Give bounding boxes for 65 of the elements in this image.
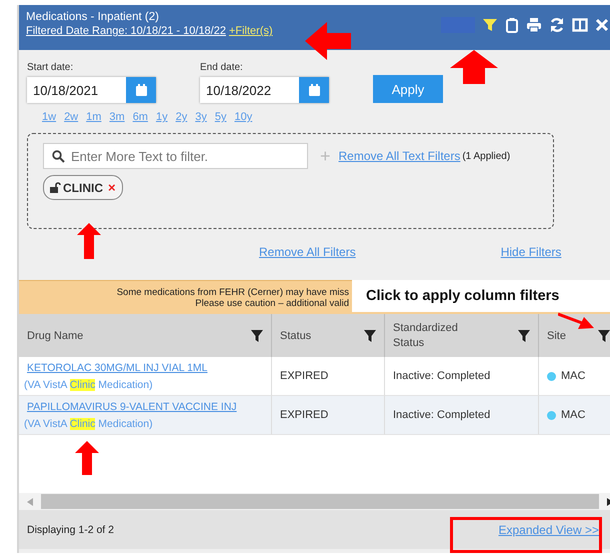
close-icon[interactable] (595, 18, 609, 32)
annotation-arrow (75, 441, 99, 475)
annotation-arrow (77, 223, 101, 259)
panel-title: Medications - Inpatient (2) (26, 11, 160, 23)
calendar-button[interactable] (299, 77, 329, 103)
quick-range-link[interactable]: 1m (86, 111, 102, 123)
remove-tag-button[interactable]: × (108, 180, 116, 195)
quick-range-link[interactable]: 1w (42, 111, 56, 123)
quick-range-link[interactable]: 2w (64, 111, 78, 123)
quick-range-link[interactable]: 3y (195, 111, 207, 123)
drug-name-link[interactable]: PAPILLOMAVIRUS 9-VALENT VACCINE INJ (27, 400, 237, 412)
annotation-callout: Click to apply column filters (352, 280, 610, 312)
calendar-button[interactable] (126, 77, 156, 103)
remove-text-filters-link[interactable]: Remove All Text Filters (338, 149, 460, 163)
column-header[interactable]: Status (272, 314, 385, 357)
annotation-arrow (558, 312, 594, 330)
start-date-label: Start date: (27, 62, 74, 73)
end-date-label: End date: (200, 62, 244, 73)
annotation-arrow (305, 22, 351, 60)
table-cell: MAC (561, 409, 586, 421)
calendar-icon (308, 84, 320, 96)
quick-range-link[interactable]: 3m (109, 111, 125, 123)
record-count: Displaying 1-2 of 2 (27, 524, 114, 536)
applied-count: (1 Applied) (462, 150, 510, 162)
columns-icon[interactable] (572, 17, 588, 33)
start-date-field[interactable]: 10/18/2021 (27, 77, 126, 103)
filters-link[interactable]: +Filter(s) (228, 25, 273, 37)
quick-range-link[interactable]: 5y (214, 111, 226, 123)
drug-source: (VA VistA Clinic Medication) (24, 378, 154, 390)
search-icon (52, 150, 65, 163)
remove-all-filters-link[interactable]: Remove All Filters (259, 245, 356, 261)
table-cell: EXPIRED (280, 409, 328, 421)
quick-range-link[interactable]: 1y (156, 111, 168, 123)
end-date-field[interactable]: 10/18/2022 (200, 77, 299, 103)
table-cell: Inactive: Completed (393, 409, 490, 421)
expanded-view-link[interactable]: Expanded View >> (498, 522, 599, 536)
column-header[interactable]: Drug Name (19, 314, 272, 357)
add-filter-button[interactable]: + (320, 146, 331, 166)
table-cell: Inactive: Completed (393, 370, 490, 382)
refresh-icon[interactable] (549, 17, 565, 33)
filter-search-field[interactable]: Enter More Text to filter. (43, 143, 308, 169)
quick-range-link[interactable]: 6m (132, 111, 148, 123)
drug-name-link[interactable]: KETOROLAC 30MG/ML INJ VIAL 1ML (27, 362, 208, 374)
annotation-arrow (450, 50, 498, 84)
filter-icon[interactable] (251, 330, 263, 342)
quick-range-link[interactable]: 10y (234, 111, 252, 123)
column-header[interactable]: Site (539, 314, 610, 357)
calendar-icon (136, 84, 146, 96)
clipboard-icon[interactable] (505, 17, 519, 33)
unlock-icon (50, 182, 61, 193)
tag-label: CLINIC (63, 180, 103, 194)
quick-range-link[interactable]: 2y (176, 111, 188, 123)
apply-button[interactable]: Apply (373, 75, 443, 103)
filter-icon[interactable] (598, 330, 610, 342)
warning-text: Some medications from FEHR (Cerner) may have miss (116, 286, 349, 298)
drug-source: (VA VistA Clinic Medication) (24, 418, 154, 430)
column-header[interactable]: Standardized Status (385, 314, 539, 357)
filter-icon[interactable] (518, 330, 530, 342)
print-icon[interactable] (526, 17, 542, 33)
table-cell: EXPIRED (280, 370, 328, 382)
hide-filters-link[interactable]: Hide Filters (500, 245, 562, 261)
warning-text: Please use caution – additional valid (195, 298, 349, 308)
table-cell: MAC (561, 370, 586, 382)
date-range-link[interactable]: Filtered Date Range: 10/18/21 - 10/18/22 (26, 25, 226, 37)
filter-icon[interactable] (364, 330, 376, 342)
